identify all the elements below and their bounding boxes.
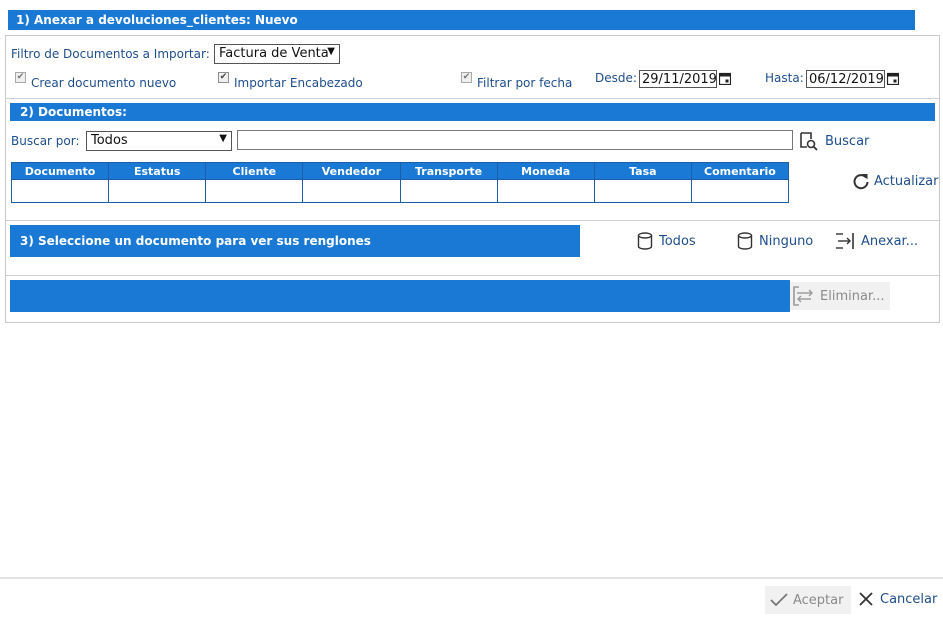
section1-header: 1) Anexar a devoluciones_clientes: Nuevo <box>8 10 915 30</box>
search-icon <box>800 132 818 151</box>
table-cell <box>690 179 790 203</box>
from-date-input[interactable]: 29/11/2019 <box>639 70 717 88</box>
import-header-label: Importar Encabezado <box>234 76 363 90</box>
delete-button[interactable]: Eliminar... <box>790 282 890 310</box>
table-cell <box>205 179 304 203</box>
cancel-label: Cancelar <box>880 591 938 607</box>
table-header-row: Documento Estatus Cliente Vendedor Trans… <box>10 162 790 180</box>
database-icon <box>737 232 753 250</box>
column-header[interactable]: Transporte <box>399 162 498 180</box>
column-header[interactable]: Moneda <box>496 162 595 180</box>
section3-title: 3) Seleccione un documento para ver sus … <box>20 234 371 248</box>
select-all-button[interactable]: Todos <box>637 232 696 250</box>
section1-title: 1) Anexar a devoluciones_clientes: Nuevo <box>16 13 298 27</box>
to-date-label: Hasta: <box>765 71 804 85</box>
column-header[interactable]: Cliente <box>205 162 304 180</box>
footer-divider <box>0 577 943 579</box>
database-icon <box>637 232 653 250</box>
search-by-label: Buscar por: <box>11 134 80 148</box>
attach-label: Anexar... <box>861 233 919 249</box>
table-cell <box>399 179 498 203</box>
table-row[interactable] <box>10 179 790 203</box>
calendar-icon[interactable] <box>887 72 899 85</box>
create-new-checkbox[interactable]: ✔ <box>15 72 26 83</box>
section3-header: 3) Seleccione un documento para ver sus … <box>10 225 580 257</box>
table-cell <box>593 179 692 203</box>
filter-select[interactable]: Factura de Venta ▼ <box>214 44 340 64</box>
column-header[interactable]: Comentario <box>690 162 790 180</box>
search-by-value: Todos <box>91 133 128 148</box>
column-header[interactable]: Estatus <box>108 162 207 180</box>
from-date-label: Desde: <box>595 71 637 85</box>
chevron-down-icon: ▼ <box>219 133 227 144</box>
to-date-value: 06/12/2019 <box>809 72 884 87</box>
accept-button[interactable]: Aceptar <box>765 586 851 614</box>
refresh-button[interactable]: Actualizar <box>852 172 938 190</box>
table-cell <box>10 179 110 203</box>
column-header[interactable]: Vendedor <box>302 162 401 180</box>
divider-2 <box>6 220 939 221</box>
attach-icon <box>836 233 854 249</box>
search-input[interactable] <box>237 130 793 150</box>
documents-table: Documento Estatus Cliente Vendedor Trans… <box>10 162 790 203</box>
refresh-label: Actualizar <box>874 173 939 189</box>
create-new-label: Crear documento nuevo <box>31 76 177 90</box>
search-by-select[interactable]: Todos ▼ <box>86 131 232 151</box>
select-none-button[interactable]: Ninguno <box>737 232 813 250</box>
delete-label: Eliminar... <box>820 288 885 304</box>
to-date-input[interactable]: 06/12/2019 <box>806 70 885 88</box>
refresh-icon <box>853 174 869 190</box>
check-icon <box>770 593 788 607</box>
from-date-value: 29/11/2019 <box>642 72 717 87</box>
table-cell <box>108 179 207 203</box>
filter-select-value: Factura de Venta <box>219 46 329 61</box>
search-button-label: Buscar <box>825 133 870 149</box>
select-none-label: Ninguno <box>759 233 814 249</box>
filter-by-date-checkbox[interactable]: ✔ <box>461 72 472 83</box>
import-header-checkbox[interactable]: ✔ <box>218 72 229 83</box>
table-cell <box>496 179 595 203</box>
section2-header: 2) Documentos: <box>10 103 935 121</box>
column-header[interactable]: Documento <box>10 162 110 180</box>
accept-label: Aceptar <box>793 592 844 608</box>
divider-1 <box>6 98 939 99</box>
divider-3 <box>6 275 939 276</box>
transfer-icon <box>793 286 813 306</box>
lines-header <box>10 280 790 312</box>
cancel-button[interactable]: Cancelar <box>858 591 937 607</box>
filter-label: Filtro de Documentos a Importar: <box>11 47 210 61</box>
select-all-label: Todos <box>659 233 696 249</box>
attach-button[interactable]: Anexar... <box>835 232 918 250</box>
close-icon <box>859 592 873 606</box>
calendar-icon[interactable] <box>719 72 731 85</box>
column-header[interactable]: Tasa <box>593 162 692 180</box>
chevron-down-icon: ▼ <box>327 46 335 57</box>
filter-by-date-label: Filtrar por fecha <box>477 76 573 90</box>
section2-title: 2) Documentos: <box>20 105 127 119</box>
table-cell <box>302 179 401 203</box>
search-button[interactable]: Buscar <box>799 131 869 151</box>
